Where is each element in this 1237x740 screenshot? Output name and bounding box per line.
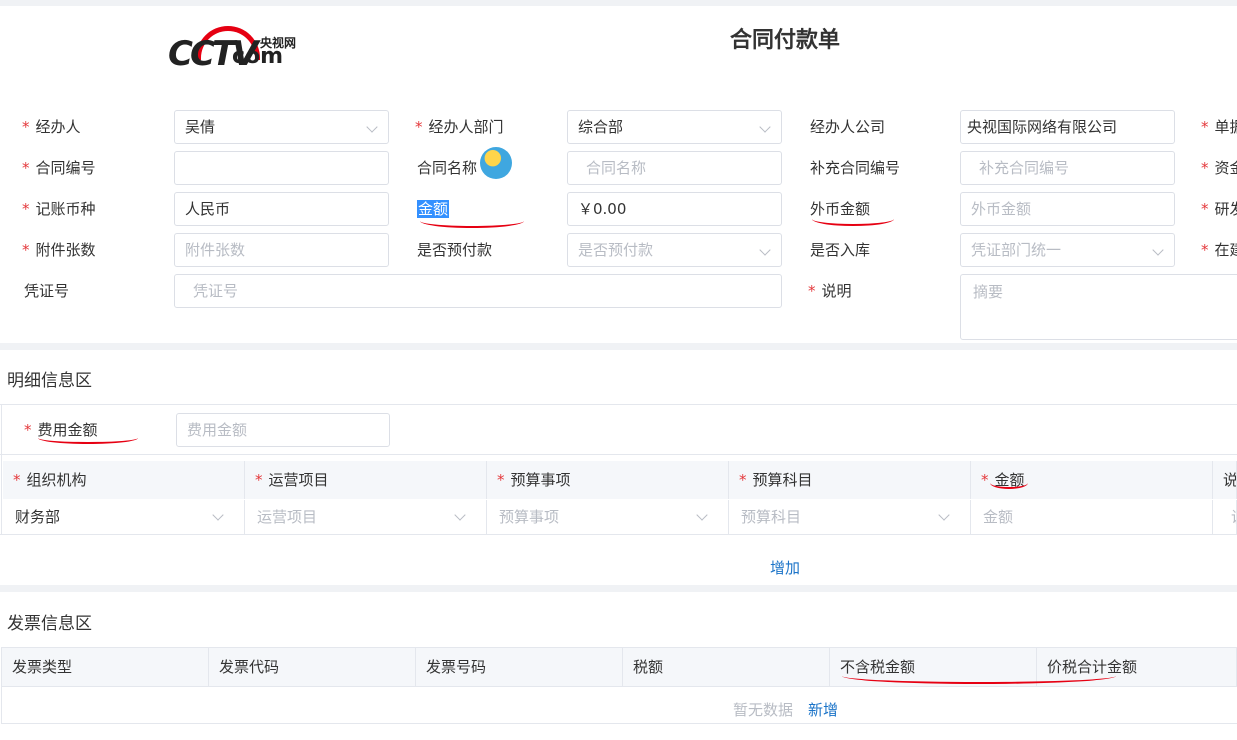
logo-com-text: com xyxy=(232,44,284,69)
divider xyxy=(0,454,1237,455)
dept-label: * 经办人部门 xyxy=(415,118,504,136)
supp-contract-no-input[interactable]: 补充合同编号 xyxy=(960,151,1175,185)
handler-select[interactable]: 吴倩 xyxy=(174,110,389,144)
prepay-label: 是否预付款 xyxy=(417,241,493,259)
divider xyxy=(0,534,1237,535)
company-field[interactable]: 央视国际网络有限公司 xyxy=(960,110,1175,144)
description-textarea[interactable]: 摘要 xyxy=(960,274,1237,340)
chevron-down-icon xyxy=(696,509,708,521)
description-label: * 说明 xyxy=(808,282,852,300)
column-header: * 预算科目 xyxy=(729,461,971,499)
right-label-3: *研发 xyxy=(1201,200,1237,218)
annotation-underline xyxy=(990,477,1028,489)
handler-label: * 经办人 xyxy=(22,118,81,136)
dept-select[interactable]: 综合部 xyxy=(567,110,782,144)
contract-no-input[interactable] xyxy=(174,151,389,185)
currency-field[interactable]: 人民币 xyxy=(174,192,389,226)
project-select[interactable]: 运营项目 xyxy=(245,500,487,534)
chevron-down-icon xyxy=(938,509,950,521)
currency-label: * 记账币种 xyxy=(22,200,96,218)
divider xyxy=(1,648,2,724)
supp-contract-no-label: 补充合同编号 xyxy=(810,159,901,177)
annotation-underline xyxy=(842,668,1116,684)
chevron-down-icon xyxy=(366,121,378,133)
contract-name-label: 合同名称 xyxy=(417,159,478,177)
voucher-label: 凭证号 xyxy=(24,282,70,300)
voucher-input[interactable]: 凭证号 xyxy=(174,274,782,308)
divider xyxy=(1,405,2,535)
detail-section-title: 明细信息区 xyxy=(7,371,92,391)
right-label-1: *单据 xyxy=(1201,118,1237,136)
annotation-underline xyxy=(38,432,138,444)
foreign-amount-input[interactable]: 外币金额 xyxy=(960,192,1175,226)
column-header: 说明 xyxy=(1213,461,1237,499)
attachment-count-label: * 附件张数 xyxy=(22,241,96,259)
page-title: 合同付款单 xyxy=(730,28,841,53)
chevron-down-icon xyxy=(759,244,771,256)
annotation-underline xyxy=(420,214,524,228)
stock-label: 是否入库 xyxy=(810,241,871,259)
chevron-down-icon xyxy=(454,509,466,521)
divider xyxy=(1,686,1237,687)
column-header: * 运营项目 xyxy=(245,461,487,499)
column-header: 发票号码 xyxy=(416,648,623,686)
budget-subject-select[interactable]: 预算科目 xyxy=(729,500,971,534)
stock-select[interactable]: 凭证部门统一 xyxy=(960,233,1175,267)
column-header: * 预算事项 xyxy=(487,461,729,499)
fee-amount-input[interactable]: 费用金额 xyxy=(176,413,390,447)
budget-item-select[interactable]: 预算事项 xyxy=(487,500,729,534)
empty-state-text: 暂无数据 xyxy=(733,701,794,719)
column-header: 税额 xyxy=(623,648,830,686)
column-header: * 组织机构 xyxy=(3,461,245,499)
right-label-2: *资金 xyxy=(1201,159,1237,177)
contract-name-input[interactable]: 合同名称 xyxy=(567,151,782,185)
column-header: 发票类型 xyxy=(2,648,209,686)
amount-field[interactable]: ￥0.00 xyxy=(567,192,782,226)
contract-no-label: * 合同编号 xyxy=(22,159,96,177)
divider xyxy=(1,723,1237,724)
divider xyxy=(0,404,1237,405)
chevron-down-icon xyxy=(1152,244,1164,256)
floating-ball-icon[interactable] xyxy=(480,147,512,179)
company-label: 经办人公司 xyxy=(810,118,886,136)
row-amount-input[interactable]: 金额 xyxy=(971,500,1213,534)
attachment-count-input[interactable]: 附件张数 xyxy=(174,233,389,267)
right-label-4: *在建 xyxy=(1201,241,1237,259)
prepay-select[interactable]: 是否预付款 xyxy=(567,233,782,267)
new-invoice-button[interactable]: 新增 xyxy=(808,699,838,720)
row-description-input[interactable]: 说 xyxy=(1213,500,1237,534)
invoice-section-title: 发票信息区 xyxy=(7,614,92,634)
chevron-down-icon xyxy=(759,121,771,133)
annotation-underline xyxy=(812,212,894,226)
chevron-down-icon xyxy=(212,509,224,521)
org-select[interactable]: 财务部 xyxy=(3,500,245,534)
column-header: 发票代码 xyxy=(209,648,416,686)
add-row-button[interactable]: 增加 xyxy=(770,557,800,578)
